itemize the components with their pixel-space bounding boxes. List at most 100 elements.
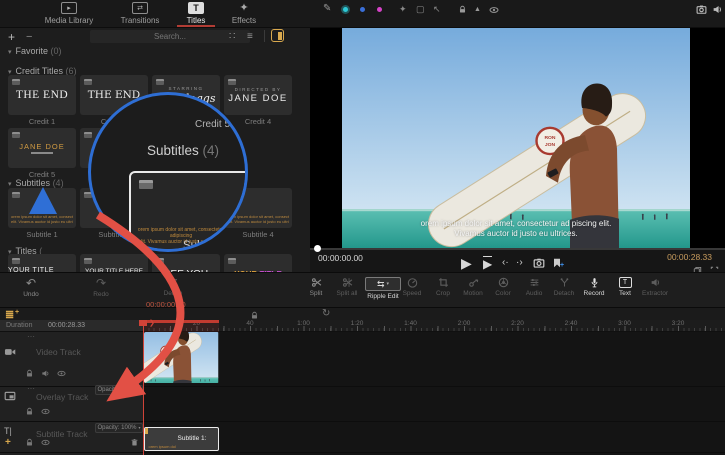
redo-button[interactable]: ↷Redo [83,277,119,298]
box-tool-icon[interactable]: ▢ [416,5,425,14]
snapshot-icon[interactable] [696,4,707,15]
subtitle-track-icon: T| [4,427,12,436]
top-header: ▸ Media Library ⇄ Transitions T Titles ✦… [0,0,725,28]
eye-icon[interactable] [57,369,66,378]
star-tool-icon[interactable]: ✦ [399,5,407,14]
sliders-icon [529,277,540,288]
tab-media-library[interactable]: ▸ Media Library [34,2,104,25]
split-all-button[interactable]: Split all [329,277,365,297]
playhead-line[interactable] [143,320,145,455]
panel-toggle-icon[interactable] [271,29,284,42]
track-menu-icon[interactable]: ⋯ [27,333,35,341]
seek-bar[interactable] [310,248,725,250]
grid-view-icon[interactable]: ∷ [229,32,235,42]
subtitle-opacity-select[interactable]: Opacity: 100%▾ [95,423,143,433]
tab-label: Media Library [45,16,93,25]
svg-text:RON: RON [544,135,556,141]
microphone-icon [589,277,600,288]
magenta-dot-icon[interactable] [377,7,382,12]
lock-icon[interactable] [25,407,34,416]
pen-icon[interactable]: ✎ [323,4,331,14]
clip-area[interactable] [143,332,725,455]
triangle-icon[interactable]: ▲ [474,6,481,13]
subtitle-card-1[interactable]: orem ipsum dolor sit amet, consectetur a… [8,188,76,228]
seek-handle[interactable] [314,245,321,252]
section-favorite[interactable]: ▾Favorite (0) [8,46,62,56]
title-card-3[interactable]: SEE YOU [152,254,220,272]
snapshot-button[interactable] [533,257,545,269]
active-tab-underline [177,25,215,27]
stop-button[interactable]: ▶ [483,256,492,270]
eye-icon[interactable] [41,407,50,416]
ruler-tick: 2:20 [511,320,524,327]
decor-line [31,152,53,154]
ruler-tick: 3:20 [672,320,685,327]
filmora-app-window: ▸ Media Library ⇄ Transitions T Titles ✦… [0,0,725,455]
tab-transitions[interactable]: ⇄ Transitions [105,2,175,25]
detach-icon [559,277,570,288]
title-card-4[interactable]: YOUR TITLE [224,254,292,272]
titles-icon: T [188,2,204,14]
chevron-down-icon: ▾ [139,426,141,430]
duration-label: Duration [6,322,32,329]
card-label: Credit 1 [8,117,76,126]
add-icon[interactable]: + [8,31,15,43]
play-button[interactable]: ▶ [461,256,472,270]
transitions-icon: ⇄ [132,2,148,14]
ripple-icon: ⇆ [377,280,385,289]
trash-icon[interactable] [130,438,139,447]
remove-icon[interactable]: − [26,32,32,43]
lock-icon[interactable] [25,438,34,447]
playhead-timecode: 00:00:00.00 [146,300,186,309]
previous-frame-button[interactable]: ‹· [502,258,509,268]
sort-icon[interactable]: ≡ [247,32,253,42]
mute-icon[interactable] [41,369,50,378]
subtitle-clip[interactable]: Subtitle 1: orem ipsum dol [144,427,220,451]
overlay-track-name: Overlay Track [36,392,88,402]
credit-card-5[interactable]: JANE DOE [8,128,76,168]
color-wheel-icon [498,277,509,288]
cyan-dot-icon[interactable] [343,7,348,12]
next-frame-button[interactable]: ·› [516,258,523,268]
favorite-heart-icon[interactable]: ♡ [230,231,246,249]
render-icon[interactable]: ↻ [322,309,330,319]
speaker-icon[interactable] [712,4,723,15]
video-track-icon [4,346,16,358]
type-badge-icon [139,180,153,189]
delete-button[interactable]: Delete [155,277,191,297]
title-card-1[interactable]: YOUR TITLE HERE [8,254,76,272]
current-timecode: 00:00:00.00 [318,253,363,263]
overlay-opacity-select[interactable]: Opacity: 100%▾ [95,385,143,395]
track-menu-icon[interactable]: ⋯ [27,385,35,393]
section-subtitles[interactable]: ▾Subtitles (4) [8,178,64,188]
timeline-lock-icon[interactable] [250,311,259,320]
search-input[interactable] [90,30,250,43]
media-library-icon: ▸ [61,2,77,14]
lock-icon[interactable] [25,369,34,378]
tab-effects[interactable]: ✦ Effects [214,2,274,25]
magnified-credit-label: Credit 5 [170,119,248,130]
credit-card-1[interactable]: THE END [8,75,76,115]
type-badge-icon [84,132,92,138]
subtitle-overlay-line2: Vivamus auctor id justo eu ultrices. [342,229,690,238]
playhead-chevron: ❯ [149,320,155,327]
ruler-tick: 1:00 [297,320,310,327]
chevron-down-icon: ▾ [8,49,12,56]
ruler-tick: 3:00 [618,320,631,327]
add-subtitle-icon[interactable]: + [5,438,11,448]
extractor-button[interactable]: Extractor [634,277,676,297]
eye-icon[interactable] [41,438,50,447]
video-clip[interactable] [144,332,219,383]
lock-icon[interactable] [458,5,467,14]
undo-button[interactable]: ↶Undo [13,277,49,298]
add-track-plus-icon: + [15,309,19,316]
cursor-tool-icon[interactable]: ↖ [433,5,441,14]
eye-icon[interactable] [489,5,499,15]
timeline-ruler[interactable]: 20 40 1:00 1:20 1:40 2:00 2:20 2:40 3:00… [143,320,725,332]
magnified-section-name: Subtitles (4) [147,143,219,158]
blue-dot-icon[interactable] [360,7,365,12]
title-card-2[interactable]: YOUR TITLE HEREYOUR TEXT HERE [80,254,148,272]
chevron-down-icon: ▾ [139,388,141,392]
credit-card-4[interactable]: DIRECTED BYJANE DOE [224,75,292,115]
type-badge-icon [12,192,20,198]
